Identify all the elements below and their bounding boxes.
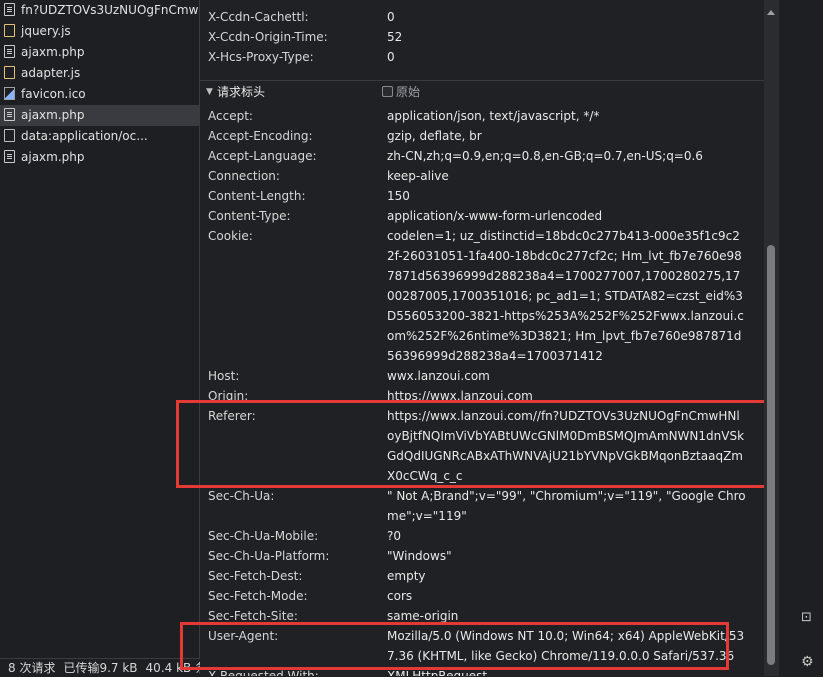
- header-row: Connection: keep-alive: [208, 169, 449, 183]
- referer-highlight-box: [176, 400, 773, 488]
- section-title: 请求标头: [217, 85, 266, 99]
- request-count: 8 次请求: [8, 661, 56, 675]
- header-row: Accept-Language: zh-CN,zh;q=0.9,en;q=0.8,…: [208, 149, 703, 163]
- js-icon: [4, 66, 15, 79]
- file-item[interactable]: data:application/oc...: [0, 126, 199, 147]
- header-row: Sec-Ch-Ua: " Not A;Brand";v="99", "Chromi…: [208, 489, 746, 523]
- header-row: Sec-Fetch-Mode: cors: [208, 589, 413, 603]
- header-row: Host: wwx.lanzoui.com: [208, 369, 490, 383]
- file-item[interactable]: fn?UDZTOVs3UzNUOgFnCmwHNloyBjtfNQImViVbY…: [0, 0, 199, 21]
- expand-triangle-icon[interactable]: ▼: [206, 81, 213, 103]
- js-icon: [4, 24, 15, 37]
- headers-panel: X-Ccdn-Cachettl: 0 X-Ccdn-Origin-Time: 52 …: [200, 0, 764, 676]
- vertical-scrollbar[interactable]: [764, 0, 779, 676]
- transferred-size: 已传输9.7 kB: [63, 661, 138, 675]
- data-icon: [4, 129, 15, 142]
- file-item-selected[interactable]: ajaxm.php: [0, 105, 199, 126]
- raw-checkbox-label[interactable]: 原始: [396, 81, 420, 103]
- header-row: Content-Length: 150: [208, 189, 410, 203]
- doc-icon: [4, 108, 15, 121]
- image-icon: [4, 87, 15, 100]
- file-item[interactable]: favicon.ico: [0, 84, 199, 105]
- file-item[interactable]: jquery.js: [0, 21, 199, 42]
- user-agent-highlight-box: [180, 622, 729, 670]
- right-toolbar: ⊡ ⚙: [779, 0, 823, 676]
- file-item[interactable]: ajaxm.php: [0, 42, 199, 63]
- header-row: Sec-Fetch-Dest: empty: [208, 569, 426, 583]
- header-row: X-Ccdn-Origin-Time: 52: [208, 30, 403, 44]
- header-row: Accept-Encoding: gzip, deflate, br: [208, 129, 482, 143]
- request-list: fn?UDZTOVs3UzNUOgFnCmwHNloyBjtfNQImViVbY…: [0, 0, 200, 658]
- scroll-up-arrow-icon[interactable]: [767, 10, 775, 15]
- header-row-cookie: Cookie: codelen=1; uz_distinctid=18bdc0c2…: [208, 229, 744, 363]
- header-row: Sec-Ch-Ua-Mobile: ?0: [208, 529, 402, 543]
- header-row: Accept: application/json, text/javascript…: [208, 109, 600, 123]
- doc-icon: [4, 3, 15, 16]
- header-row: Sec-Ch-Ua-Platform: "Windows": [208, 549, 452, 563]
- raw-checkbox[interactable]: [382, 86, 393, 97]
- network-status-bar: 8 次请求已传输9.7 kB40.4 kB 条资: [0, 658, 207, 677]
- request-headers-section[interactable]: ▼ 请求标头 原始: [200, 80, 764, 103]
- header-row: Content-Type: application/x-www-form-urle…: [208, 209, 603, 223]
- gear-icon[interactable]: ⚙: [801, 655, 815, 669]
- doc-icon: [4, 150, 15, 163]
- screenshot-icon[interactable]: ⊡: [801, 611, 815, 625]
- file-item[interactable]: adapter.js: [0, 63, 199, 84]
- header-row: X-Ccdn-Cachettl: 0: [208, 10, 395, 24]
- doc-icon: [4, 45, 15, 58]
- header-row: X-Hcs-Proxy-Type: 0: [208, 50, 395, 64]
- scrollbar-thumb[interactable]: [767, 245, 775, 665]
- file-item[interactable]: ajaxm.php: [0, 147, 199, 168]
